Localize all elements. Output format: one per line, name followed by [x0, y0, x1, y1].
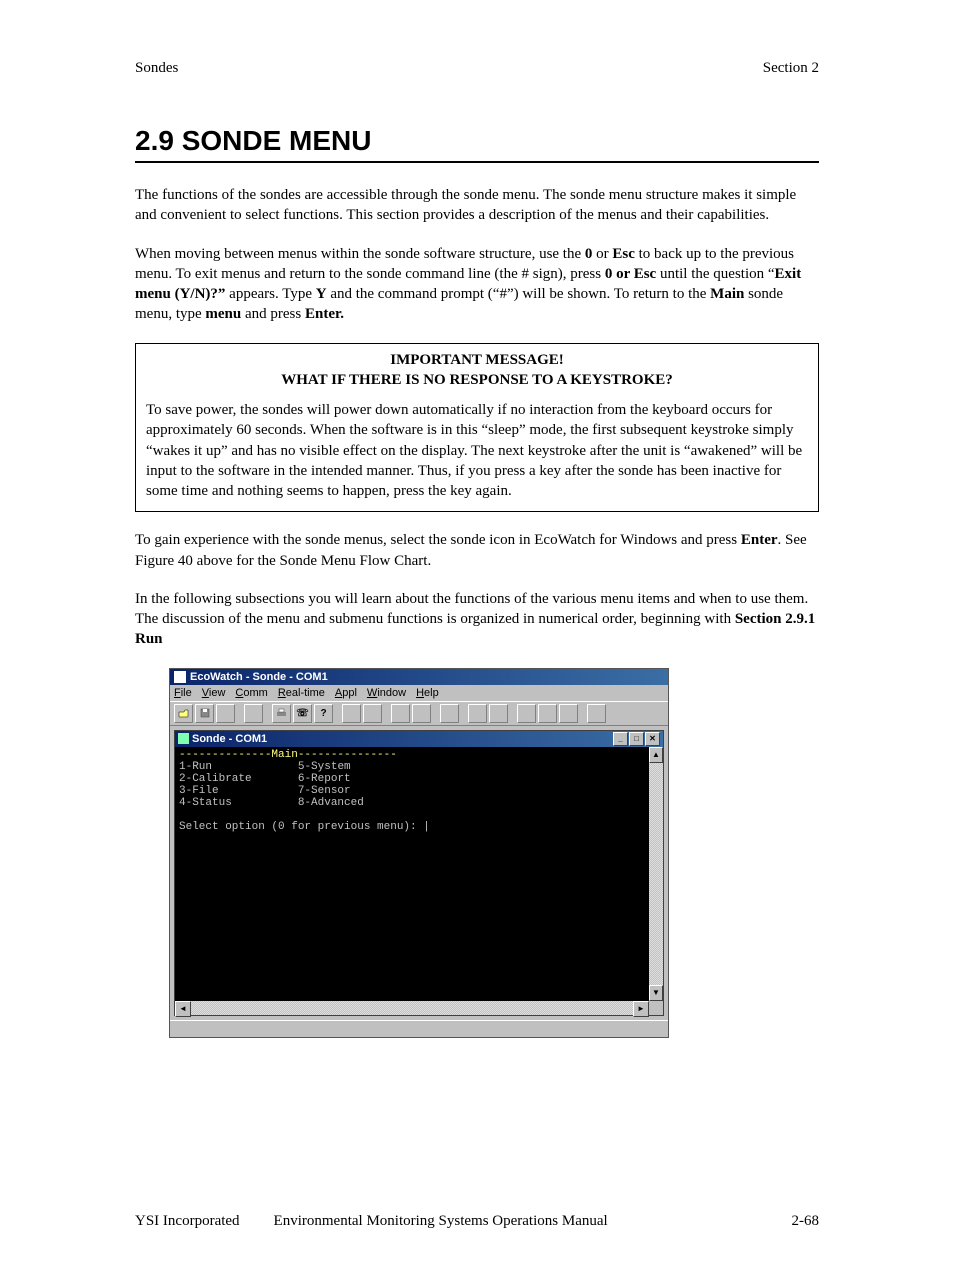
toolbar-btn-4[interactable]: [244, 704, 263, 723]
paragraph-subsections: In the following subsections you will le…: [135, 589, 819, 650]
terminal-output[interactable]: --------------Main--------------- 1-Run …: [175, 747, 649, 1001]
toolbar-btn-15[interactable]: [517, 704, 536, 723]
important-title-1: IMPORTANT MESSAGE!: [146, 350, 808, 370]
toolbar-btn-17[interactable]: [559, 704, 578, 723]
section-rule: [135, 161, 819, 163]
sonde-window-title: Sonde - COM1: [192, 733, 267, 745]
toolbar: ☏ ?: [170, 701, 668, 726]
toolbar-save-icon[interactable]: [195, 704, 214, 723]
sonde-window-icon: [178, 733, 189, 744]
running-head-left: Sondes: [135, 60, 178, 77]
app-icon: [174, 671, 186, 683]
status-bar: [170, 1020, 668, 1037]
toolbar-btn-18[interactable]: [587, 704, 606, 723]
toolbar-btn-11[interactable]: [412, 704, 431, 723]
menu-file[interactable]: File: [174, 687, 192, 699]
sonde-terminal-window: Sonde - COM1 _ □ ✕ --------------Main---…: [174, 730, 664, 1016]
footer-page: 2-68: [792, 1213, 820, 1230]
toolbar-btn-14[interactable]: [489, 704, 508, 723]
app-title: EcoWatch - Sonde - COM1: [190, 671, 328, 683]
scroll-up-icon[interactable]: ▲: [649, 747, 663, 763]
menu-bar: File View Comm Real-time Appl Window Hel…: [170, 685, 668, 701]
toolbar-open-icon[interactable]: [174, 704, 193, 723]
menu-window[interactable]: Window: [367, 687, 406, 699]
toolbar-sonde-icon[interactable]: ☏: [293, 704, 312, 723]
section-heading: 2.9 SONDE MENU: [135, 125, 819, 157]
toolbar-btn-12[interactable]: [440, 704, 459, 723]
toolbar-btn-3[interactable]: [216, 704, 235, 723]
paragraph-experience: To gain experience with the sonde menus,…: [135, 530, 819, 571]
toolbar-btn-8[interactable]: [342, 704, 361, 723]
menu-appl[interactable]: Appl: [335, 687, 357, 699]
scroll-down-icon[interactable]: ▼: [649, 985, 663, 1001]
scroll-corner: [649, 1001, 663, 1015]
toolbar-btn-9[interactable]: [363, 704, 382, 723]
scroll-left-icon[interactable]: ◄: [175, 1001, 191, 1017]
toolbar-help-icon[interactable]: ?: [314, 704, 333, 723]
footer-company: YSI Incorporated: [135, 1213, 240, 1230]
menu-help[interactable]: Help: [416, 687, 439, 699]
important-title-2: WHAT IF THERE IS NO RESPONSE TO A KEYSTR…: [146, 370, 808, 390]
toolbar-btn-16[interactable]: [538, 704, 557, 723]
toolbar-print-icon[interactable]: [272, 704, 291, 723]
paragraph-intro: The functions of the sondes are accessib…: [135, 185, 819, 226]
close-button[interactable]: ✕: [645, 732, 660, 746]
vertical-scrollbar[interactable]: ▲ ▼: [649, 747, 663, 1001]
menu-realtime[interactable]: Real-time: [278, 687, 325, 699]
important-body: To save power, the sondes will power dow…: [146, 400, 808, 501]
important-message-box: IMPORTANT MESSAGE! WHAT IF THERE IS NO R…: [135, 343, 819, 513]
maximize-button[interactable]: □: [629, 732, 644, 746]
scroll-right-icon[interactable]: ►: [633, 1001, 649, 1017]
ecowatch-window: EcoWatch - Sonde - COM1 File View Comm R…: [169, 668, 669, 1038]
paragraph-navigation: When moving between menus within the son…: [135, 244, 819, 325]
menu-view[interactable]: View: [202, 687, 226, 699]
minimize-button[interactable]: _: [613, 732, 628, 746]
horizontal-scrollbar[interactable]: ◄ ►: [175, 1001, 649, 1015]
page-footer: YSI Incorporated Environmental Monitorin…: [135, 1213, 819, 1230]
footer-manual: Environmental Monitoring Systems Operati…: [274, 1213, 608, 1230]
running-head-right: Section 2: [763, 60, 819, 77]
toolbar-btn-10[interactable]: [391, 704, 410, 723]
toolbar-btn-13[interactable]: [468, 704, 487, 723]
app-titlebar: EcoWatch - Sonde - COM1: [170, 669, 668, 685]
menu-comm[interactable]: Comm: [235, 687, 267, 699]
